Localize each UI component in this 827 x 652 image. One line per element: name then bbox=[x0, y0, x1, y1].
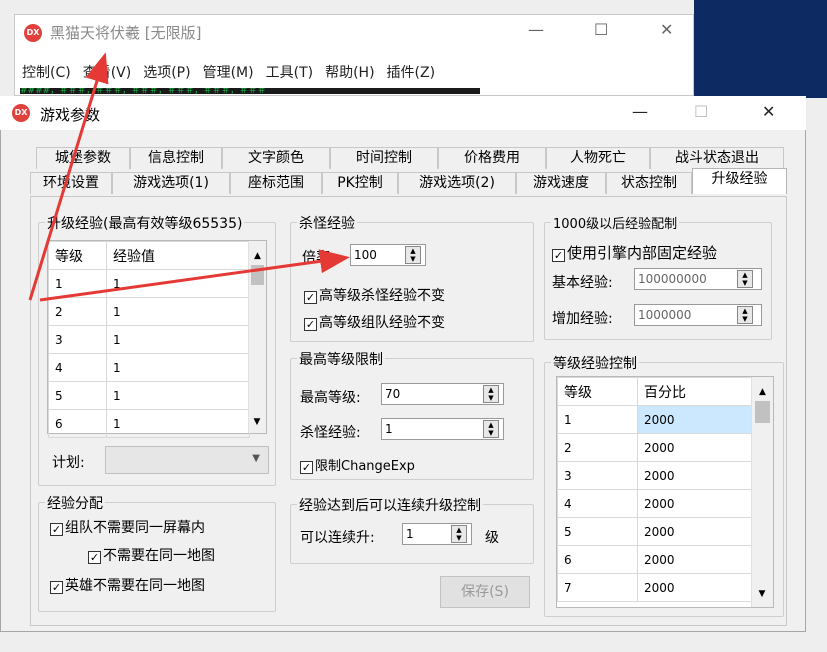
arrow-to-rate bbox=[39, 249, 350, 302]
arrow-to-title bbox=[28, 52, 109, 301]
annotation-arrows bbox=[28, 52, 350, 302]
